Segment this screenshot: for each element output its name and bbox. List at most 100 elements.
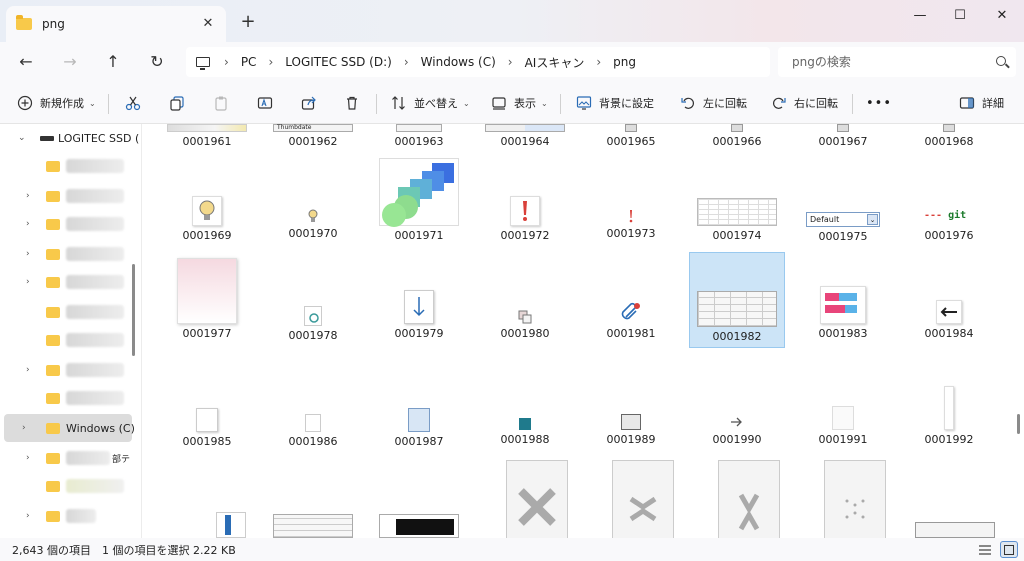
tree-item-folder[interactable]: › (0, 210, 132, 238)
file-item[interactable]: 0001970 (265, 208, 361, 240)
tree-item-drive[interactable]: ⌄ LOGITEC SSD ( (0, 124, 139, 152)
set-background-button[interactable]: 背景に設定 (575, 90, 654, 116)
delete-button[interactable] (343, 90, 367, 116)
tree-item-windows-c[interactable]: › Windows (C) (4, 414, 135, 442)
file-item[interactable] (907, 522, 1003, 538)
tree-item-folder[interactable] (0, 152, 132, 180)
file-item[interactable]: 0001965 (583, 124, 679, 148)
share-button[interactable] (300, 90, 324, 116)
tree-item-folder[interactable]: › (0, 240, 132, 268)
close-window-button[interactable]: ✕ (992, 6, 1012, 26)
folder-icon (46, 481, 60, 492)
tree-item-folder[interactable]: › (0, 502, 132, 530)
search-placeholder: pngの検索 (792, 55, 851, 69)
file-item[interactable]: 0001964 (477, 124, 573, 148)
file-item-selected[interactable]: 0001982 (689, 252, 785, 348)
file-item[interactable]: 0001971 (371, 158, 467, 242)
back-button[interactable]: ← (13, 50, 39, 74)
file-item[interactable]: 0001963 (371, 124, 467, 148)
refresh-button[interactable]: ↻ (144, 50, 170, 74)
more-options-button[interactable]: ••• (866, 90, 892, 116)
breadcrumb-ai-scan[interactable]: AIスキャン (525, 54, 585, 71)
file-item[interactable]: 0001985 (159, 408, 255, 448)
file-item[interactable]: 0001986 (265, 414, 361, 448)
file-item[interactable]: 0001987 (371, 408, 467, 448)
tree-item-folder[interactable] (0, 326, 132, 354)
content-scrollbar[interactable] (1017, 414, 1020, 434)
file-item[interactable]: Thumbdate 0001962 (265, 124, 361, 148)
file-item[interactable]: 0001981 (583, 300, 679, 340)
file-item[interactable] (701, 460, 797, 538)
file-item[interactable]: 0001967 (795, 124, 891, 148)
tree-item-folder[interactable] (0, 298, 132, 326)
rotate-left-button[interactable]: 左に回転 (679, 90, 747, 116)
rotate-right-button[interactable]: 右に回転 (770, 90, 838, 116)
folder-icon (46, 423, 60, 434)
copy-button[interactable] (168, 90, 192, 116)
file-item[interactable]: 0001974 (689, 198, 785, 242)
minimize-button[interactable]: — (910, 6, 930, 26)
sort-button[interactable]: 並べ替え ⌄ (390, 90, 470, 116)
thumbnail-view-button[interactable] (1000, 541, 1018, 558)
file-item[interactable]: Default ⌄ 0001975 (795, 212, 891, 243)
tree-item-folder[interactable]: › (0, 356, 132, 384)
search-input[interactable]: pngの検索 (778, 47, 1016, 77)
download-thumbnail (404, 290, 434, 324)
table-thumbnail (379, 514, 459, 538)
rename-button[interactable] (256, 90, 280, 116)
view-button[interactable]: 表示 ⌄ (490, 90, 548, 116)
breadcrumb-windows[interactable]: Windows (C) (421, 55, 496, 69)
file-item[interactable] (807, 460, 903, 538)
file-item[interactable] (265, 514, 361, 538)
file-item[interactable]: 0001968 (901, 124, 997, 148)
folder-icon (46, 393, 60, 404)
file-item[interactable]: 0001988 (477, 418, 573, 446)
paste-button[interactable] (212, 90, 236, 116)
tree-item-folder[interactable] (0, 472, 132, 500)
forward-button[interactable]: → (57, 50, 83, 74)
file-item[interactable]: 0001983 (795, 286, 891, 340)
sidebar-scrollbar[interactable] (132, 264, 135, 356)
file-item[interactable]: 0001977 (159, 258, 255, 340)
file-item[interactable]: 0001966 (689, 124, 785, 148)
file-name: 0001968 (924, 135, 974, 148)
details-view-button[interactable] (976, 541, 994, 558)
file-item[interactable]: 0001979 (371, 290, 467, 340)
breadcrumb-png[interactable]: png (613, 55, 636, 69)
file-item[interactable]: 0001973 (583, 208, 679, 240)
address-bar[interactable]: › PC › LOGITEC SSD (D:) › Windows (C) › … (186, 47, 770, 77)
table-thumbnail (697, 291, 777, 327)
file-item[interactable]: 0001961 (159, 124, 255, 148)
tab-close-button[interactable]: ✕ (200, 16, 216, 32)
tree-item-folder[interactable]: › (0, 182, 132, 210)
file-item[interactable]: 0001980 (477, 310, 573, 340)
tree-item-folder[interactable]: › (0, 268, 132, 296)
file-item[interactable]: 0001978 (265, 306, 361, 342)
file-item[interactable]: 0001972 (477, 196, 573, 242)
grid-view-icon (1004, 544, 1014, 555)
up-button[interactable]: ↑ (100, 50, 126, 74)
file-item[interactable]: 0001991 (795, 406, 891, 446)
breadcrumb-pc[interactable]: PC (241, 55, 257, 69)
file-item[interactable]: 0001969 (159, 196, 255, 242)
details-pane-button[interactable]: 詳細 (958, 90, 1004, 116)
new-tab-button[interactable]: + (238, 12, 258, 32)
file-item[interactable] (595, 460, 691, 538)
breadcrumb-drive[interactable]: LOGITEC SSD (D:) (285, 55, 392, 69)
tab-png[interactable]: png ✕ (6, 6, 226, 42)
file-item[interactable]: 0001984 (901, 300, 997, 340)
tree-item-folder[interactable]: › 部テ (0, 444, 132, 472)
redacted-label (66, 451, 110, 465)
file-item[interactable]: 0001989 (583, 414, 679, 446)
document-thumbnail (304, 306, 322, 326)
maximize-button[interactable]: ☐ (950, 6, 970, 26)
file-name: 0001981 (606, 327, 656, 340)
cut-button[interactable] (124, 90, 148, 116)
file-item[interactable] (371, 514, 467, 538)
tree-item-folder[interactable] (0, 384, 132, 412)
new-button[interactable]: 新規作成 ⌄ (16, 90, 96, 116)
file-item[interactable]: 0001992 (901, 386, 997, 446)
file-item[interactable]: 0001990 (689, 414, 785, 446)
file-item[interactable]: --- git 0001976 (901, 210, 997, 242)
file-item[interactable] (489, 460, 585, 538)
